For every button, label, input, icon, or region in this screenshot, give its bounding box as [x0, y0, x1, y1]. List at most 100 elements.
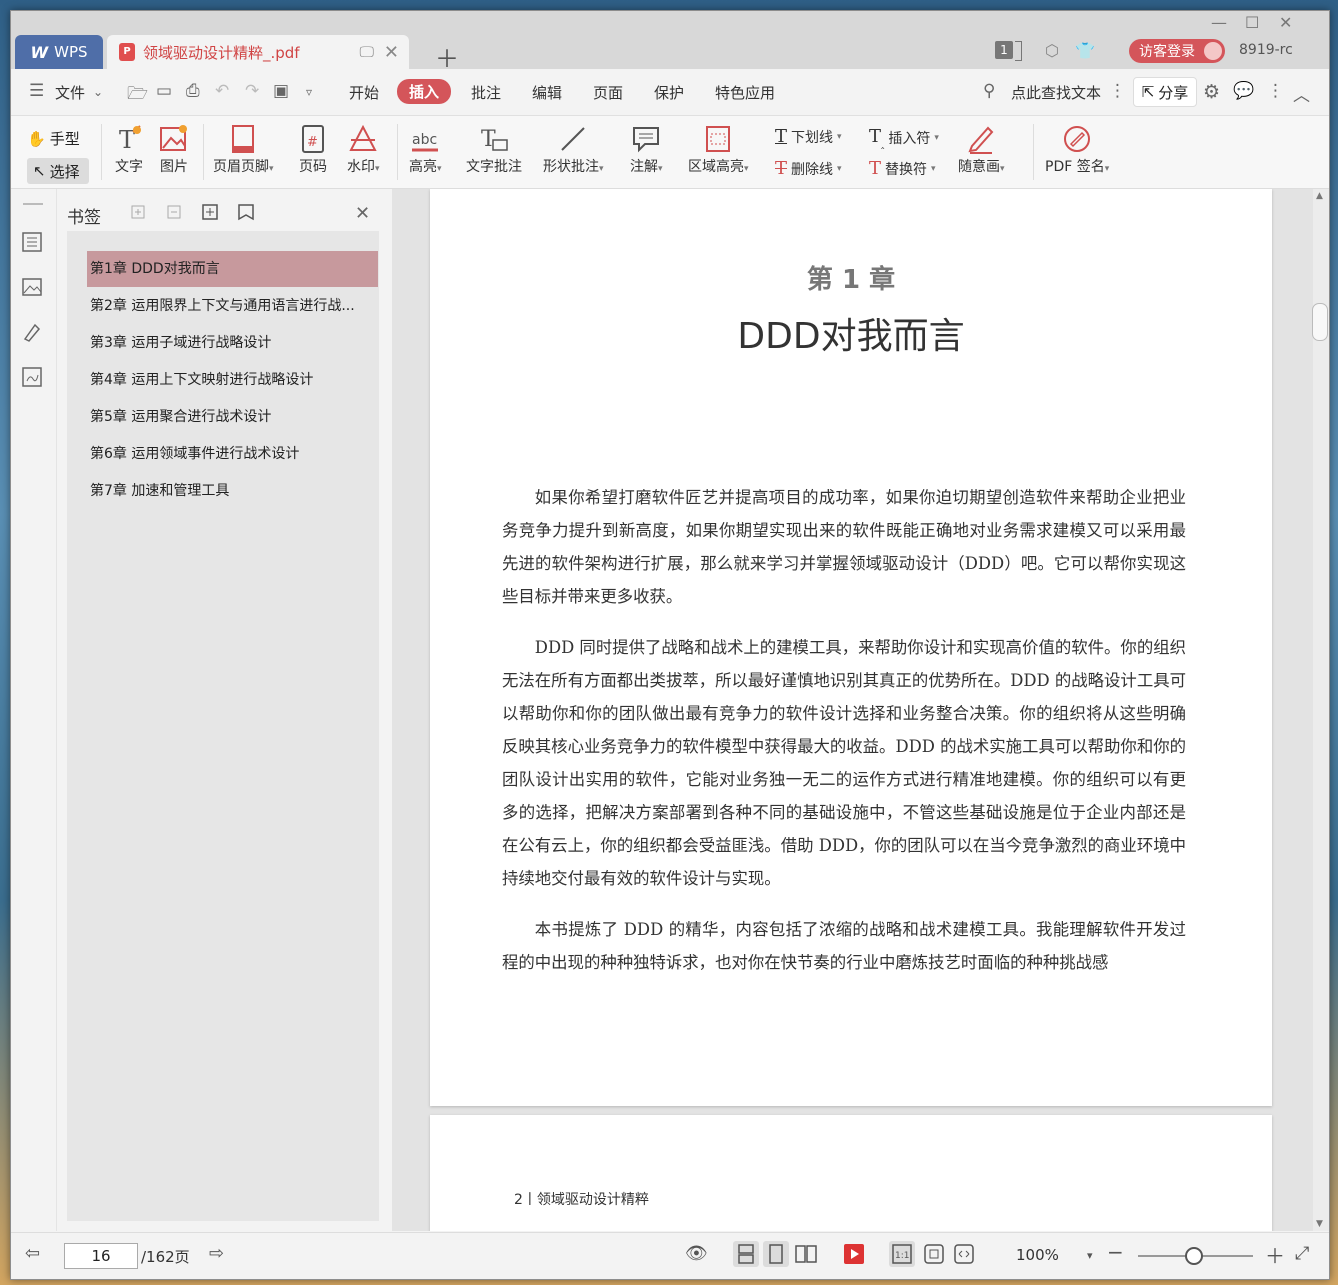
fit-page-icon[interactable]	[921, 1241, 947, 1267]
tab-special-apps[interactable]: 特色应用	[715, 82, 775, 103]
zoom-slider-knob[interactable]	[1185, 1247, 1203, 1265]
print-icon[interactable]: ⎙	[186, 81, 200, 101]
shape-comment-button[interactable]: 形状批注▾	[543, 122, 604, 176]
bookmark-item-ch7[interactable]: 第7章 加速和管理工具	[87, 473, 378, 509]
tab-edit[interactable]: 编辑	[532, 82, 562, 103]
scroll-down-icon[interactable]: ▼	[1316, 1219, 1323, 1229]
status-bar: ⇦ 16 /162页 ⇨ 👁 1:1 100% ▾ − ＋ ⤢	[11, 1232, 1329, 1279]
tab-protect[interactable]: 保护	[654, 82, 684, 103]
zoom-level[interactable]: 100%	[1016, 1246, 1059, 1264]
window-count-badge[interactable]: 1	[995, 41, 1013, 59]
next-page-icon[interactable]: ⇨	[209, 1243, 224, 1264]
collapse-ribbon-icon[interactable]: ︿	[1293, 81, 1310, 106]
zoom-out-icon[interactable]: −	[1107, 1240, 1124, 1264]
svg-text:T: T	[119, 126, 135, 154]
strikeout-button[interactable]: T 删除线 ▾	[775, 158, 842, 179]
single-page-icon[interactable]	[763, 1241, 789, 1267]
fullscreen-icon[interactable]: ⤢	[1295, 1243, 1309, 1264]
hand-tool-button[interactable]: ✋ 手型	[27, 128, 80, 149]
search-icon[interactable]: ⚲	[983, 81, 995, 101]
vertical-scrollbar[interactable]: ▲ ▼	[1313, 189, 1329, 1231]
replace-mark-button[interactable]: T 替换符 ▾	[869, 158, 936, 179]
outline-list-icon[interactable]	[21, 231, 43, 253]
hamburger-icon[interactable]: ☰	[29, 81, 44, 101]
annotation-tool-icon[interactable]	[21, 321, 43, 343]
user-id: 8919-rc	[1239, 42, 1293, 58]
header-footer-icon	[230, 122, 256, 156]
open-folder-icon[interactable]: 🗁	[127, 81, 148, 110]
scroll-up-icon[interactable]: ▲	[1316, 191, 1323, 201]
save-icon[interactable]: ▭	[156, 81, 172, 101]
expand-all-icon[interactable]	[129, 203, 147, 221]
actual-size-icon[interactable]: 1:1	[889, 1241, 915, 1267]
document-tab[interactable]: P 领域驱动设计精粹_.pdf 🖵 ✕	[107, 35, 409, 69]
pdf-sign-button[interactable]: PDF 签名▾	[1045, 122, 1109, 176]
bookmark-item-ch4[interactable]: 第4章 运用上下文映射进行战略设计	[87, 362, 378, 398]
export-icon[interactable]: ▣	[273, 81, 289, 101]
select-tool-button[interactable]: ↖ 选择	[27, 158, 89, 184]
chevron-down-icon[interactable]: ⌄	[93, 85, 103, 99]
freehand-draw-button[interactable]: 随意画▾	[958, 122, 1005, 176]
page-number-icon: #	[300, 122, 326, 156]
pin-tab-icon[interactable]: 🖵	[359, 43, 373, 61]
bookmark-properties-icon[interactable]	[237, 203, 255, 221]
bookmark-item-ch5[interactable]: 第5章 运用聚合进行战术设计	[87, 399, 378, 435]
prev-page-icon[interactable]: ⇦	[25, 1243, 40, 1264]
insert-text-button[interactable]: T 文字	[115, 122, 143, 176]
more-vertical-icon[interactable]: ⋮	[1109, 81, 1126, 101]
zoom-in-icon[interactable]: ＋	[1265, 1240, 1285, 1269]
tab-comment[interactable]: 批注	[471, 82, 501, 103]
message-icon[interactable]: 💬	[1233, 81, 1254, 101]
close-panel-icon[interactable]: ✕	[355, 203, 370, 224]
watermark-button[interactable]: 水印▾	[347, 122, 380, 176]
more-options-icon[interactable]: ⋮	[1267, 81, 1284, 101]
guest-login-button[interactable]: 访客登录	[1129, 39, 1225, 63]
collapse-all-icon[interactable]	[165, 203, 183, 221]
area-highlight-button[interactable]: 区域高亮▾	[688, 122, 749, 176]
shirt-icon[interactable]: 👕	[1075, 41, 1095, 60]
header-footer-button[interactable]: 页眉页脚▾	[213, 122, 274, 176]
underline-button[interactable]: T 下划线 ▾	[775, 126, 842, 147]
search-text-button[interactable]: 点此查找文本	[1011, 82, 1101, 103]
close-window-icon[interactable]: ✕	[1279, 13, 1292, 32]
double-page-icon[interactable]	[793, 1241, 819, 1267]
share-icon: ⇱	[1141, 83, 1155, 101]
zoom-dropdown-icon[interactable]: ▾	[1087, 1249, 1093, 1262]
play-slideshow-icon[interactable]	[841, 1241, 867, 1267]
file-menu[interactable]: 文件	[55, 82, 85, 103]
tab-start[interactable]: 开始	[349, 82, 379, 103]
text-comment-button[interactable]: T 文字批注	[466, 122, 522, 176]
maximize-icon[interactable]: ☐	[1245, 13, 1259, 32]
insert-mark-button[interactable]: T‸ 插入符 ▾	[869, 126, 939, 150]
share-button[interactable]: ⇱ 分享	[1133, 77, 1197, 107]
bookmark-item-ch1[interactable]: 第1章 DDD对我而言	[87, 251, 378, 287]
eye-protect-icon[interactable]: 👁	[685, 1243, 708, 1264]
thumbnail-image-icon[interactable]	[21, 276, 43, 298]
settings-gear-icon[interactable]: ⚙	[1203, 81, 1220, 103]
undo-icon[interactable]: ↶	[215, 81, 229, 101]
continuous-page-icon[interactable]	[733, 1241, 759, 1267]
avatar	[1204, 42, 1222, 60]
bookmark-item-ch3[interactable]: 第3章 运用子域进行战略设计	[87, 325, 378, 361]
more-dropdown-icon[interactable]: ▿	[306, 85, 312, 99]
fit-width-icon[interactable]	[951, 1241, 977, 1267]
tab-insert[interactable]: 插入	[397, 79, 452, 104]
skin-icon[interactable]: ⬡	[1045, 41, 1059, 60]
scrollbar-thumb[interactable]	[1312, 303, 1328, 341]
annotation-button[interactable]: 注解▾	[630, 122, 663, 176]
bookmark-item-ch6[interactable]: 第6章 运用领域事件进行战术设计	[87, 436, 378, 472]
redo-icon[interactable]: ↷	[245, 81, 259, 101]
bookmark-item-ch2[interactable]: 第2章 运用限界上下文与通用语言进行战...	[87, 288, 378, 324]
signature-panel-icon[interactable]	[21, 366, 43, 388]
highlight-button[interactable]: abc 高亮▾	[409, 122, 442, 176]
document-viewport[interactable]: 第 1 章 DDD对我而言 如果你希望打磨软件匠艺并提高项目的成功率，如果你迫切…	[392, 189, 1329, 1231]
minimize-icon[interactable]: —	[1211, 13, 1227, 32]
page-number-input[interactable]: 16	[64, 1243, 138, 1269]
add-bookmark-icon[interactable]	[201, 203, 219, 221]
close-tab-icon[interactable]: ✕	[384, 42, 399, 63]
wps-tab-label: WPS	[54, 43, 88, 61]
wps-home-tab[interactable]: W WPS	[15, 35, 103, 69]
page-number-button[interactable]: # 页码	[299, 122, 327, 176]
tab-page[interactable]: 页面	[593, 82, 623, 103]
insert-image-button[interactable]: 图片	[159, 122, 189, 176]
